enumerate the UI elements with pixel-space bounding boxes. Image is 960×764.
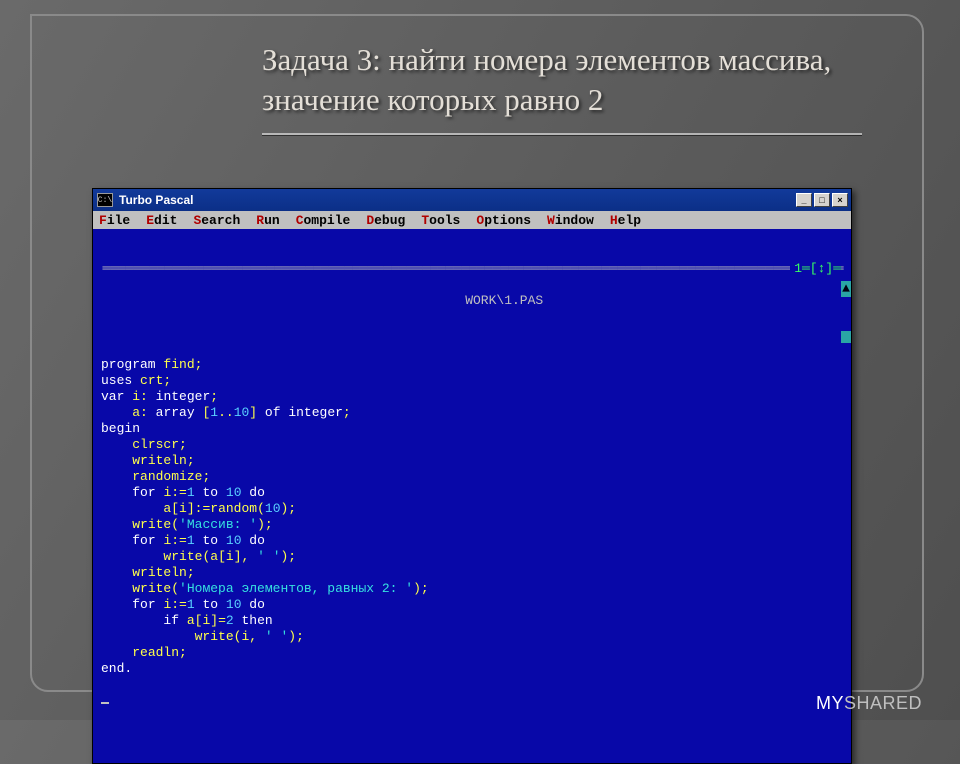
- text-cursor: [101, 702, 109, 704]
- source-code[interactable]: program find; uses crt; var i: integer; …: [99, 341, 847, 725]
- frame-right-marker: 1═[↕]═: [790, 261, 841, 277]
- menu-options[interactable]: Options: [476, 213, 531, 228]
- editor-frame-top: ════════════════════════════════════════…: [99, 261, 847, 277]
- editor-area[interactable]: ════════════════════════════════════════…: [93, 229, 851, 763]
- titlebar: C:\ Turbo Pascal _ □ ×: [93, 189, 851, 211]
- scroll-up-icon[interactable]: ▲: [841, 281, 851, 297]
- scroll-thumb[interactable]: [841, 331, 851, 343]
- menu-tools[interactable]: Tools: [421, 213, 460, 228]
- window-title: Turbo Pascal: [119, 193, 796, 207]
- vertical-scrollbar[interactable]: ▲: [841, 249, 849, 375]
- app-window: C:\ Turbo Pascal _ □ × File Edit Search …: [92, 188, 852, 764]
- menu-file[interactable]: File: [99, 213, 130, 228]
- minimize-button[interactable]: _: [796, 193, 812, 207]
- app-icon: C:\: [97, 193, 113, 207]
- close-button[interactable]: ×: [832, 193, 848, 207]
- title-underline: [262, 133, 862, 135]
- menu-edit[interactable]: Edit: [146, 213, 177, 228]
- slide-title: Задача 3: найти номера элементов массива…: [32, 16, 922, 125]
- menu-help[interactable]: Help: [610, 213, 641, 228]
- slide-frame: Задача 3: найти номера элементов массива…: [30, 14, 924, 692]
- file-label: WORK\1.PAS: [453, 293, 555, 308]
- menu-run[interactable]: Run: [256, 213, 279, 228]
- window-controls: _ □ ×: [796, 193, 848, 207]
- menu-search[interactable]: Search: [193, 213, 240, 228]
- menu-window[interactable]: Window: [547, 213, 594, 228]
- maximize-button[interactable]: □: [814, 193, 830, 207]
- menu-compile[interactable]: Compile: [296, 213, 351, 228]
- menu-debug[interactable]: Debug: [366, 213, 405, 228]
- menubar: File Edit Search Run Compile Debug Tools…: [93, 211, 851, 229]
- watermark: MYSHARED: [816, 693, 922, 714]
